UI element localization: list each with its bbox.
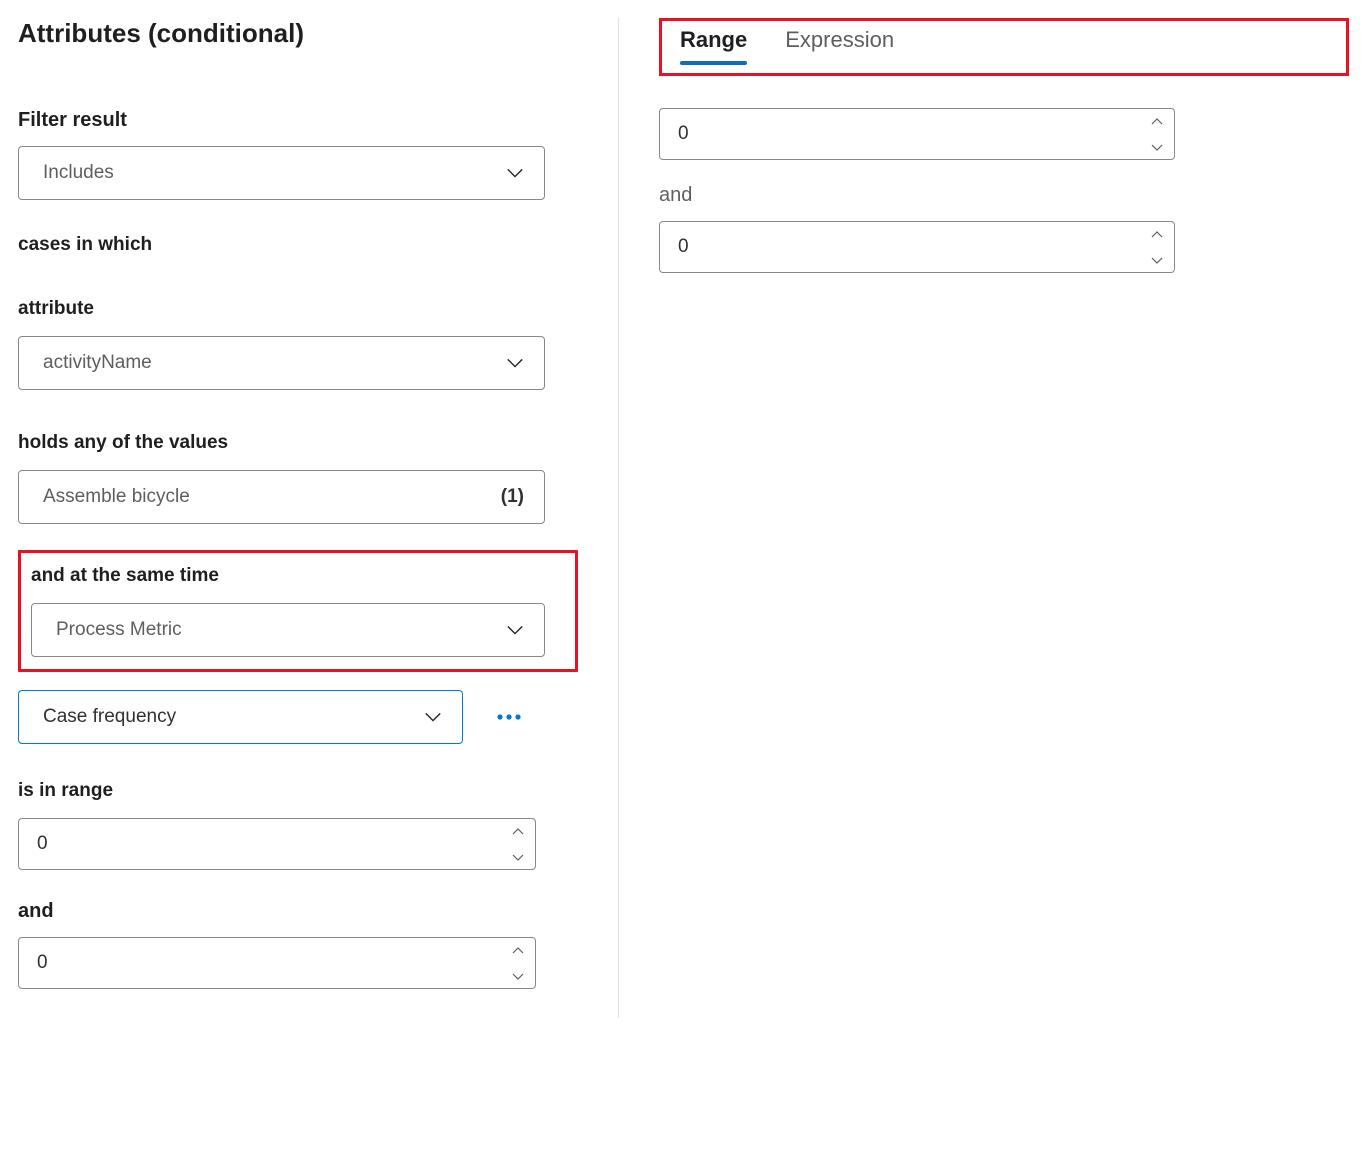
range-from-field[interactable]	[19, 819, 501, 869]
attribute-value: activityName	[43, 352, 152, 374]
metric-select[interactable]: Case frequency	[18, 690, 463, 744]
right-range-to-field[interactable]	[660, 222, 1140, 272]
more-options-button[interactable]	[491, 699, 527, 735]
right-range-from-input[interactable]	[659, 108, 1175, 160]
increment-button[interactable]	[1140, 109, 1174, 134]
holds-count: (1)	[501, 486, 524, 508]
cases-in-which-label: cases in which	[18, 234, 578, 256]
attribute-label: attribute	[18, 298, 578, 320]
same-time-value: Process Metric	[56, 619, 182, 641]
tabs-highlight: Range Expression	[659, 18, 1349, 76]
holds-value: Assemble bicycle	[43, 486, 190, 508]
left-panel: Attributes (conditional) Filter result I…	[18, 18, 578, 1018]
holds-values-label: holds any of the values	[18, 432, 578, 454]
increment-button[interactable]	[1140, 222, 1174, 247]
range-to-input[interactable]	[18, 937, 536, 989]
chevron-down-icon	[424, 708, 442, 726]
increment-button[interactable]	[501, 819, 535, 844]
attribute-select[interactable]: activityName	[18, 336, 545, 390]
increment-button[interactable]	[501, 938, 535, 963]
tab-range[interactable]: Range	[680, 27, 747, 63]
decrement-button[interactable]	[501, 963, 535, 988]
chevron-down-icon	[506, 354, 524, 372]
chevron-down-icon	[506, 621, 524, 639]
chevron-down-icon	[506, 164, 524, 182]
decrement-button[interactable]	[1140, 134, 1174, 159]
range-to-field[interactable]	[19, 938, 501, 988]
same-time-label: and at the same time	[31, 565, 559, 587]
page-title: Attributes (conditional)	[18, 18, 578, 49]
metric-value: Case frequency	[43, 706, 176, 728]
holds-values-select[interactable]: Assemble bicycle (1)	[18, 470, 545, 524]
filter-result-label: Filter result	[18, 109, 578, 132]
right-range-from-field[interactable]	[660, 109, 1140, 159]
right-panel: Range Expression and	[618, 18, 1349, 1018]
range-from-input[interactable]	[18, 818, 536, 870]
same-time-highlight: and at the same time Process Metric	[18, 550, 578, 672]
decrement-button[interactable]	[1140, 247, 1174, 272]
filter-result-value: Includes	[43, 162, 114, 184]
decrement-button[interactable]	[501, 844, 535, 869]
right-range-to-input[interactable]	[659, 221, 1175, 273]
and-label: and	[18, 900, 578, 923]
tab-expression[interactable]: Expression	[785, 27, 894, 63]
in-range-label: is in range	[18, 780, 578, 802]
same-time-select[interactable]: Process Metric	[31, 603, 545, 657]
right-and-label: and	[659, 184, 1349, 207]
filter-result-select[interactable]: Includes	[18, 146, 545, 200]
